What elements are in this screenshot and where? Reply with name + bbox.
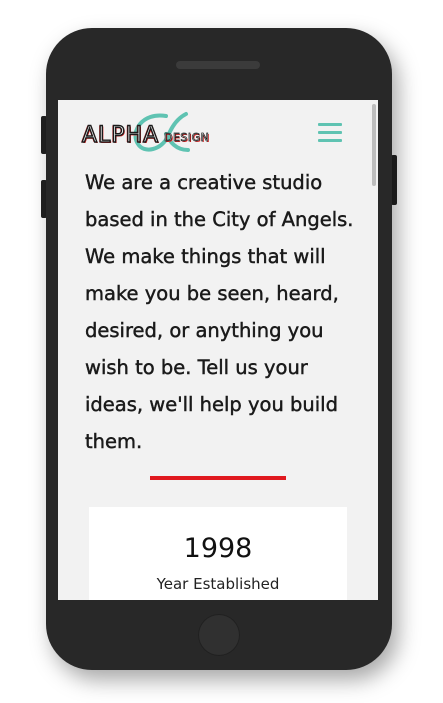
site-header: ALPHA DESIGN <box>58 100 378 164</box>
intro-paragraph: We are a creative studio based in the Ci… <box>85 171 354 453</box>
section-divider <box>150 476 286 480</box>
phone-screen: ALPHA DESIGN We are a creative studio ba… <box>58 100 378 600</box>
brand-logo[interactable]: ALPHA DESIGN <box>81 110 218 154</box>
logo-wordmark-design: DESIGN <box>164 131 210 144</box>
hamburger-menu-icon[interactable] <box>318 121 342 143</box>
stat-label: Year Established <box>156 575 280 593</box>
phone-speaker <box>176 61 260 69</box>
scrollbar[interactable] <box>372 104 376 186</box>
main-content: We are a creative studio based in the Ci… <box>85 164 355 460</box>
logo-wordmark-alpha: ALPHA <box>81 123 160 148</box>
stat-value: 1998 <box>183 533 253 564</box>
device-mockup: ALPHA DESIGN We are a creative studio ba… <box>0 0 443 703</box>
stat-card: 1998 Year Established <box>89 507 347 600</box>
home-button <box>198 614 240 656</box>
